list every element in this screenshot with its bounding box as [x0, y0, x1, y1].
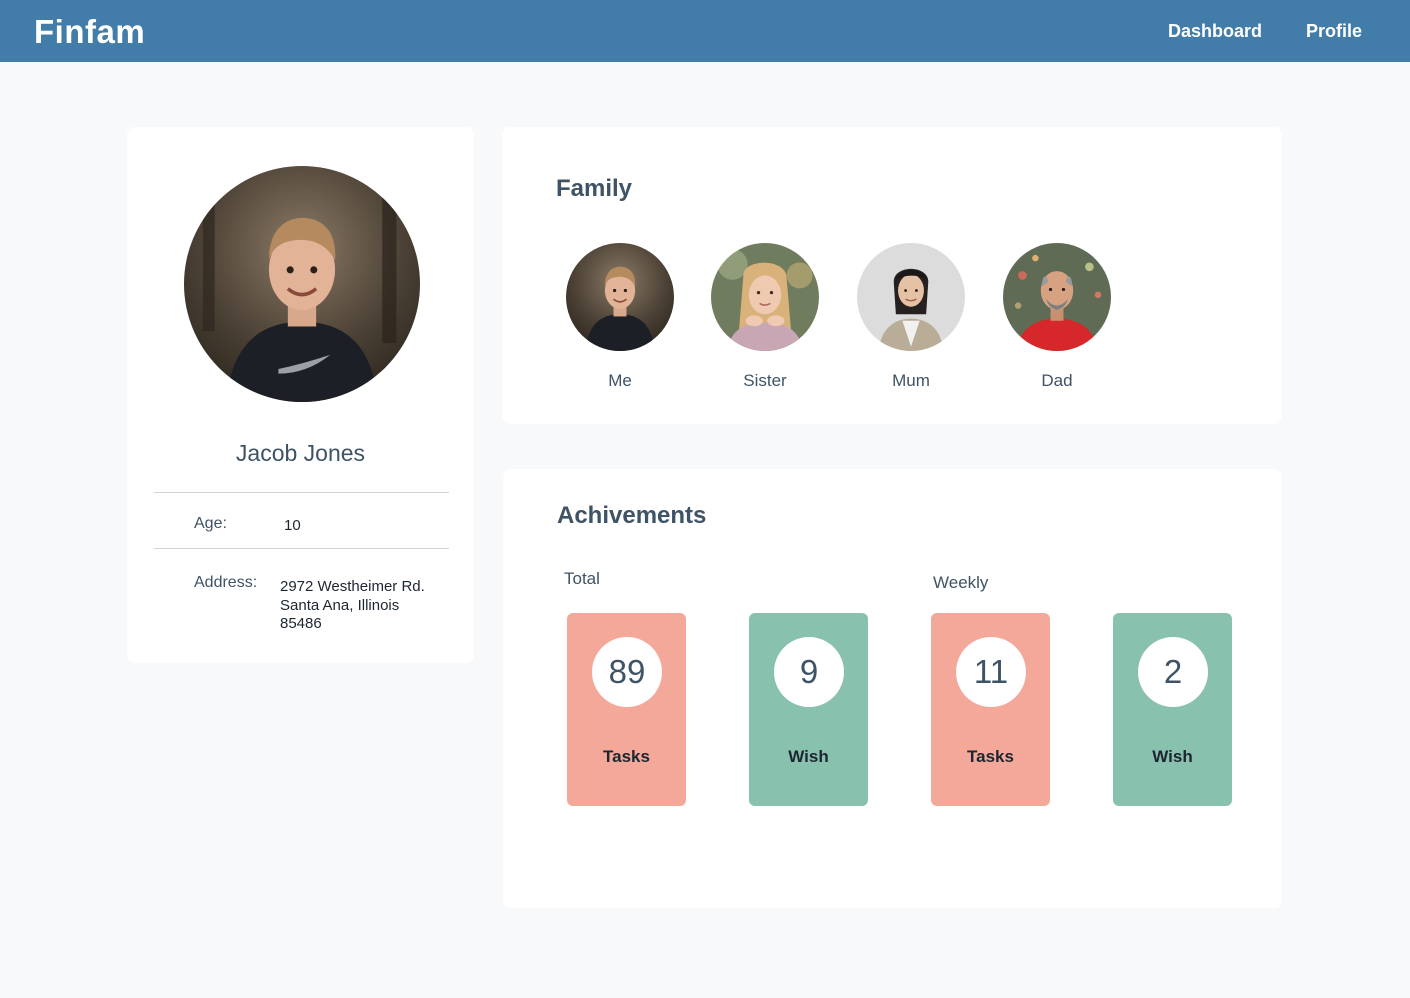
age-value: 10 [284, 517, 301, 534]
total-tasks-tile[interactable]: 89 Tasks [567, 613, 686, 806]
family-title: Family [556, 175, 633, 202]
achievements-title: Achivements [557, 502, 707, 529]
boy-portrait-image [566, 243, 674, 351]
family-member-sister[interactable]: Sister [711, 243, 819, 391]
boy-portrait-image [184, 166, 420, 402]
member-avatar [857, 243, 965, 351]
stat-value: 11 [956, 637, 1026, 707]
family-member-mum[interactable]: Mum [857, 243, 965, 391]
stat-caption: Tasks [967, 747, 1014, 766]
weekly-wish-tile[interactable]: 2 Wish [1113, 613, 1232, 806]
address-line: 2972 Westheimer Rd. [280, 578, 425, 595]
man-portrait-image [1003, 243, 1111, 351]
achievements-card: Achivements Total Weekly 89 Tasks 9 Wish… [503, 469, 1282, 908]
profile-card: Jacob Jones Age: 10 Address: 2972 Westhe… [127, 127, 474, 663]
weekly-tasks-tile[interactable]: 11 Tasks [931, 613, 1050, 806]
total-wish-tile[interactable]: 9 Wish [749, 613, 868, 806]
stat-caption: Wish [788, 747, 829, 766]
address-line: 85486 [280, 615, 322, 632]
stat-value: 89 [592, 637, 662, 707]
profile-name: Jacob Jones [235, 440, 366, 466]
top-navigation-bar: Finfam Dashboard Profile [0, 0, 1410, 62]
stat-caption: Wish [1152, 747, 1193, 766]
stat-value: 2 [1138, 637, 1208, 707]
stat-caption: Tasks [603, 747, 650, 766]
stat-value: 9 [774, 637, 844, 707]
nav-dashboard-link[interactable]: Dashboard [1168, 21, 1262, 42]
member-avatar [1003, 243, 1111, 351]
member-avatar [711, 243, 819, 351]
member-label: Me [608, 371, 632, 390]
member-avatar [566, 243, 674, 351]
divider [154, 492, 449, 493]
address-line: Santa Ana, Illinois [280, 596, 400, 614]
divider [154, 548, 449, 549]
address-label: Address: [194, 574, 258, 591]
girl-portrait-image [711, 243, 819, 351]
weekly-label: Weekly [933, 573, 989, 592]
profile-avatar [184, 166, 420, 402]
member-label: Mum [892, 371, 930, 390]
family-member-dad[interactable]: Dad [1003, 243, 1111, 391]
nav-profile-link[interactable]: Profile [1306, 21, 1362, 42]
address-value: 2972 Westheimer Rd. Santa Ana, Illinois … [280, 578, 450, 634]
member-label: Sister [743, 371, 787, 390]
family-card: Family Me Sister Mum Dad [502, 127, 1282, 424]
family-member-me[interactable]: Me [566, 243, 674, 391]
total-label: Total [564, 569, 600, 588]
member-label: Dad [1041, 371, 1073, 390]
woman-portrait-image [857, 243, 965, 351]
age-label: Age: [194, 515, 227, 532]
brand-logo[interactable]: Finfam [34, 13, 145, 51]
